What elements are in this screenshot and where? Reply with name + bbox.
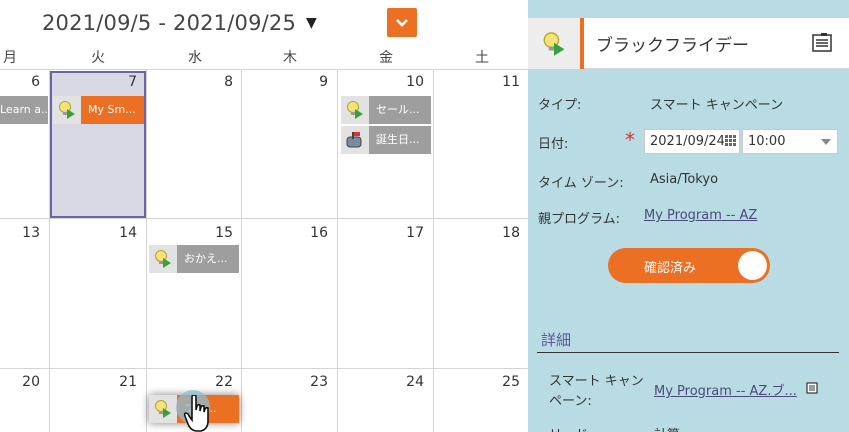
smart-campaign-icon xyxy=(149,395,177,423)
day-number: 20 xyxy=(22,374,40,390)
calendar-icon[interactable] xyxy=(724,134,737,147)
day-number: 24 xyxy=(406,374,424,390)
today-cell[interactable] xyxy=(50,71,146,218)
day-number: 11 xyxy=(502,74,520,90)
day-number: 23 xyxy=(310,374,328,390)
event-fri10-birthday[interactable]: 誕生日... xyxy=(341,126,431,154)
caret-down-icon: ▼ xyxy=(306,15,317,31)
calendar-dropdown-button[interactable] xyxy=(387,8,417,37)
required-asterisk: * xyxy=(625,128,635,152)
smart-campaign-icon xyxy=(341,96,369,124)
day-number: 21 xyxy=(119,374,137,390)
event-wed15[interactable]: おかえ... xyxy=(149,245,239,273)
time-value: 10:00 xyxy=(748,134,786,149)
event-fri10-sale[interactable]: セール... xyxy=(341,96,431,124)
smart-campaign-icon xyxy=(528,18,584,69)
day-number: 14 xyxy=(119,225,137,241)
day-number: 10 xyxy=(406,74,424,90)
day-number: 8 xyxy=(224,74,233,90)
panel-title: ブラックフライデー xyxy=(596,36,749,56)
toggle-knob xyxy=(738,251,767,280)
smart-campaign-label-cont: ペーン: xyxy=(549,394,592,409)
chevron-down-icon xyxy=(396,18,408,27)
day-number: 18 xyxy=(502,225,520,241)
event-label: セール... xyxy=(369,96,431,124)
event-label: Learn a... xyxy=(0,96,48,124)
section-divider xyxy=(537,352,839,353)
weekday-sat: 土 xyxy=(475,50,489,66)
weekday-tue: 火 xyxy=(91,50,105,66)
day-number: 6 xyxy=(31,74,40,90)
lead-value: 計算... xyxy=(654,424,692,432)
day-number: 16 xyxy=(310,225,328,241)
smart-campaign-icon xyxy=(53,96,81,124)
parent-program-label: 親プログラム: xyxy=(538,212,620,227)
details-section-title: 詳細 xyxy=(541,331,572,349)
weekday-wed: 水 xyxy=(188,50,202,66)
event-tue7[interactable]: My Sm... xyxy=(53,96,144,124)
date-label: 日付: xyxy=(538,137,569,152)
details-panel: ブラックフライデー タイプ: スマート キャンペーン 日付: * 2021/09… xyxy=(528,0,849,432)
event-label: おかえ... xyxy=(177,245,239,273)
day-number: 13 xyxy=(22,225,40,241)
event-label: 誕生日... xyxy=(369,126,431,154)
day-number: 15 xyxy=(215,225,233,241)
weekday-header: 月 火 水 木 金 土 xyxy=(0,47,528,69)
status-toggle-label: 確認済み xyxy=(644,261,697,276)
event-mon6[interactable]: Learn a... xyxy=(0,96,48,124)
day-number: 17 xyxy=(406,225,424,241)
smart-campaign-label: スマート キャン xyxy=(549,374,644,389)
event-label: My Sm... xyxy=(81,96,144,124)
date-range-selector[interactable]: 2021/09/5 - 2021/09/25 ▼ xyxy=(42,8,317,38)
day-number: 25 xyxy=(502,374,520,390)
panel-header: ブラックフライデー xyxy=(528,18,849,69)
document-icon[interactable] xyxy=(806,382,818,394)
timezone-value: Asia/Tokyo xyxy=(650,172,719,187)
day-number: 7 xyxy=(128,74,137,90)
email-program-icon xyxy=(341,126,369,154)
time-select[interactable]: 10:00 xyxy=(742,129,838,154)
lead-label: リード: xyxy=(549,424,592,432)
day-number: 22 xyxy=(215,374,233,390)
day-number: 9 xyxy=(319,74,328,90)
type-label: タイプ: xyxy=(538,98,582,113)
status-toggle[interactable]: 確認済み xyxy=(608,248,770,283)
dropdown-arrow-icon xyxy=(821,139,831,145)
parent-program-link[interactable]: My Program -- AZ xyxy=(644,208,757,223)
document-icon[interactable] xyxy=(811,32,833,54)
weekday-thu: 木 xyxy=(283,50,297,66)
weekday-fri: 金 xyxy=(379,50,393,66)
smart-campaign-icon xyxy=(149,245,177,273)
hand-cursor-icon xyxy=(183,395,209,432)
smart-campaign-link[interactable]: My Program -- AZ.ブ... xyxy=(654,380,797,399)
date-range-text: 2021/09/5 - 2021/09/25 xyxy=(42,11,297,35)
timezone-label: タイム ゾーン: xyxy=(538,176,624,191)
type-value: スマート キャンペーン xyxy=(650,98,784,113)
